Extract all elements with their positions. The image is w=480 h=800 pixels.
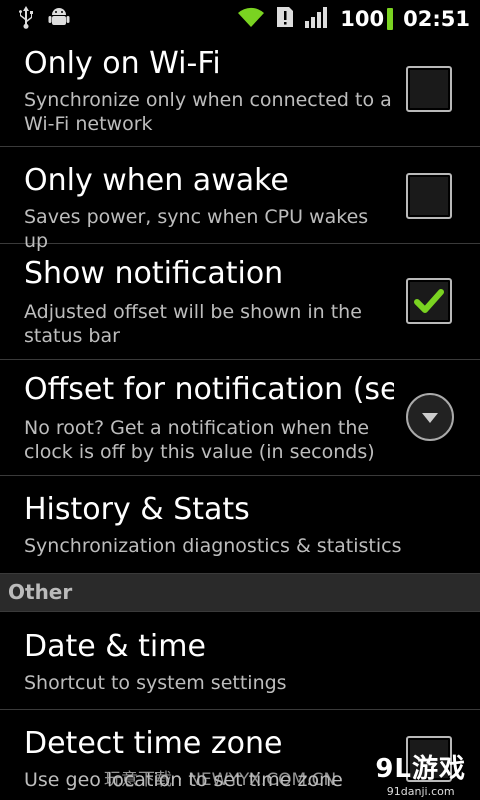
section-header-other: Other: [0, 574, 480, 612]
section-label: Other: [8, 580, 73, 604]
pref-summary: Shortcut to system settings: [24, 672, 287, 694]
pref-title: Offset for notification (se: [24, 372, 394, 407]
wifi-icon: [236, 5, 266, 33]
checkmark-icon: [414, 289, 444, 313]
pref-show-notification[interactable]: Show notification Adjusted offset will b…: [0, 244, 480, 360]
show-notification-checkbox[interactable]: [406, 278, 452, 324]
pref-only-wifi[interactable]: Only on Wi-Fi Synchronize only when conn…: [0, 38, 480, 147]
logo-url: 91danji.com: [386, 785, 455, 798]
pref-summary: Adjusted offset will be shown in the sta…: [24, 301, 362, 347]
pref-title: Detect time zone: [24, 726, 283, 761]
pref-title: Show notification: [24, 256, 284, 291]
only-awake-checkbox[interactable]: [406, 173, 452, 219]
battery-indicator: 100: [340, 7, 394, 31]
alert-icon: [276, 6, 294, 32]
pref-title: Only when awake: [24, 163, 289, 198]
pref-title: History & Stats: [24, 492, 250, 527]
pref-summary: Synchronize only when connected to a Wi-…: [24, 89, 392, 135]
logo-text: 9L游戏: [375, 754, 466, 784]
offset-dropdown-button[interactable]: [406, 393, 454, 441]
pref-summary: No root? Get a notification when the clo…: [24, 417, 375, 463]
pref-title: Only on Wi-Fi: [24, 46, 221, 81]
chevron-down-icon: [422, 413, 438, 423]
pref-title: Date & time: [24, 629, 206, 664]
watermark-logo: 9L游戏 91danji.com: [375, 748, 466, 798]
pref-summary: Synchronization diagnostics & statistics: [24, 535, 402, 557]
settings-list: Only on Wi-Fi Synchronize only when conn…: [0, 38, 480, 800]
signal-icon: [304, 5, 330, 33]
only-wifi-checkbox[interactable]: [406, 66, 452, 112]
pref-offset-notification[interactable]: Offset for notification (se No root? Get…: [0, 360, 480, 476]
watermark-text: 玩意下载 · NEWYYX.COM.CN: [104, 770, 337, 790]
usb-icon: [18, 5, 34, 33]
pref-history-stats[interactable]: History & Stats Synchronization diagnost…: [0, 476, 480, 574]
pref-only-awake[interactable]: Only when awake Saves power, sync when C…: [0, 147, 480, 252]
pref-date-time[interactable]: Date & time Shortcut to system settings: [0, 612, 480, 710]
battery-level: 100: [340, 7, 385, 31]
clock: 02:51: [403, 7, 470, 31]
battery-icon: [387, 8, 394, 30]
status-bar: 100 02:51: [0, 0, 480, 38]
android-debug-icon: [48, 6, 70, 32]
